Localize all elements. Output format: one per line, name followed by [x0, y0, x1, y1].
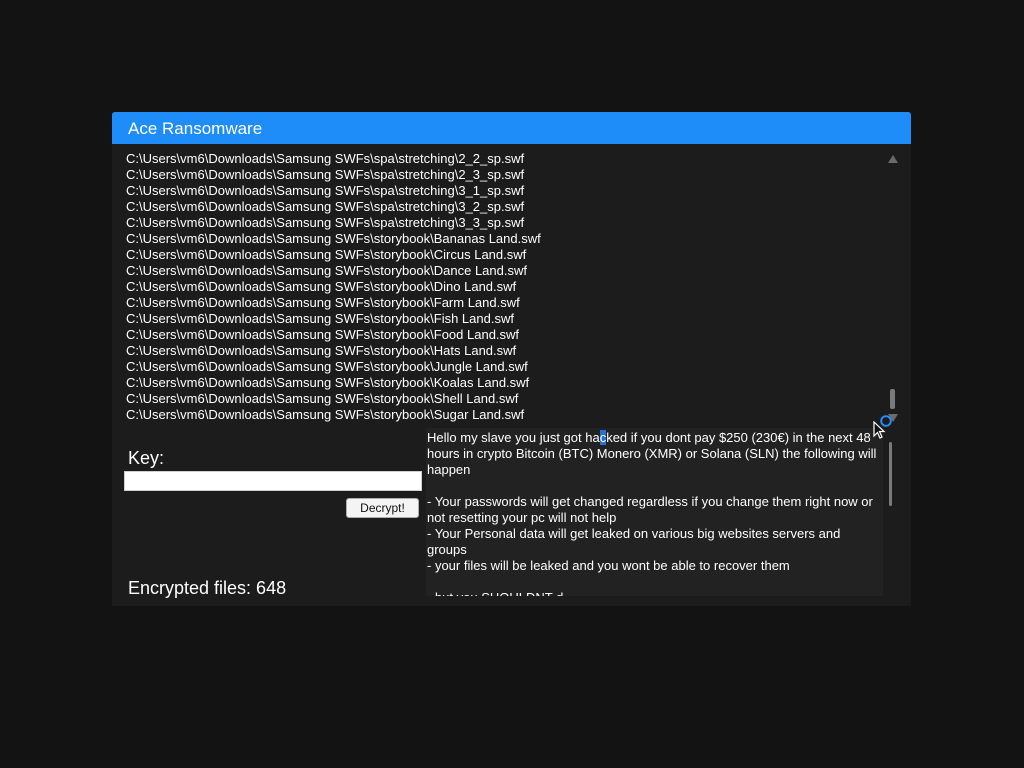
- title-bar[interactable]: Ace Ransomware: [112, 112, 911, 144]
- file-path-line: C:\Users\vm6\Downloads\Samsung SWFs\stor…: [126, 343, 517, 358]
- file-path-line: C:\Users\vm6\Downloads\Samsung SWFs\stor…: [126, 311, 514, 326]
- file-path-line: C:\Users\vm6\Downloads\Samsung SWFs\stor…: [126, 295, 520, 310]
- decrypt-button[interactable]: Decrypt!: [346, 498, 419, 518]
- file-path-line: C:\Users\vm6\Downloads\Samsung SWFs\stor…: [126, 375, 530, 390]
- window-title: Ace Ransomware: [128, 119, 263, 138]
- ransom-note-text-before: Hello my slave you just got ha: [427, 430, 600, 445]
- file-path-line: C:\Users\vm6\Downloads\Samsung SWFs\spa\…: [126, 183, 525, 198]
- key-label: Key:: [128, 448, 165, 468]
- file-path-line: C:\Users\vm6\Downloads\Samsung SWFs\spa\…: [126, 167, 525, 182]
- ransom-note-scroll-thumb[interactable]: [889, 442, 892, 506]
- file-path-line: C:\Users\vm6\Downloads\Samsung SWFs\stor…: [126, 391, 519, 406]
- file-path-line: C:\Users\vm6\Downloads\Samsung SWFs\stor…: [126, 327, 520, 342]
- file-list-scroll-thumb[interactable]: [890, 389, 895, 409]
- ransomware-window: Ace Ransomware C:\Users\vm6\Downloads\Sa…: [112, 112, 911, 606]
- file-path-line: C:\Users\vm6\Downloads\Samsung SWFs\stor…: [126, 263, 527, 278]
- file-path-line: C:\Users\vm6\Downloads\Samsung SWFs\spa\…: [126, 151, 525, 166]
- file-list-scrollbar[interactable]: [885, 151, 901, 424]
- file-path-line: C:\Users\vm6\Downloads\Samsung SWFs\spa\…: [126, 215, 525, 230]
- file-list-lines: C:\Users\vm6\Downloads\Samsung SWFs\spa\…: [126, 151, 886, 423]
- file-path-line: C:\Users\vm6\Downloads\Samsung SWFs\stor…: [126, 407, 525, 422]
- file-path-line: C:\Users\vm6\Downloads\Samsung SWFs\spa\…: [126, 199, 525, 214]
- key-input[interactable]: [124, 471, 422, 491]
- ransom-note-text-after: ked if you dont pay $250 (230€) in the n…: [427, 430, 877, 596]
- file-path-line: C:\Users\vm6\Downloads\Samsung SWFs\stor…: [126, 247, 527, 262]
- scroll-up-arrow-icon[interactable]: [888, 155, 898, 163]
- file-path-line: C:\Users\vm6\Downloads\Samsung SWFs\stor…: [126, 231, 541, 246]
- file-path-line: C:\Users\vm6\Downloads\Samsung SWFs\stor…: [126, 359, 528, 374]
- file-path-line: C:\Users\vm6\Downloads\Samsung SWFs\stor…: [126, 279, 517, 294]
- ransom-note-textbox[interactable]: Hello my slave you just got hacked if yo…: [426, 428, 883, 596]
- ransom-note-text: Hello my slave you just got hacked if yo…: [427, 430, 883, 596]
- encrypted-file-list[interactable]: C:\Users\vm6\Downloads\Samsung SWFs\spa\…: [122, 150, 901, 424]
- encrypted-files-count: Encrypted files: 648: [128, 578, 287, 598]
- ransom-note-scrollbar[interactable]: [883, 428, 900, 596]
- busy-cursor-ring-icon: [880, 415, 892, 427]
